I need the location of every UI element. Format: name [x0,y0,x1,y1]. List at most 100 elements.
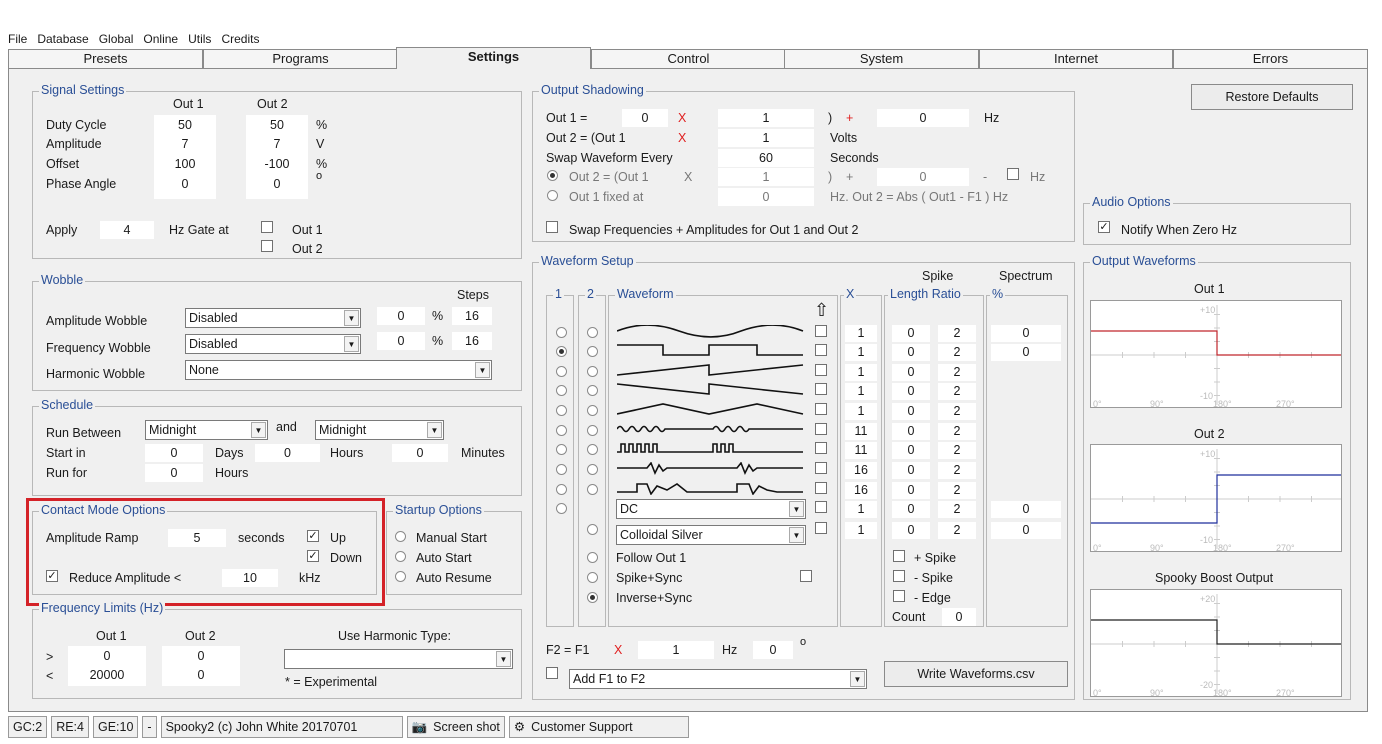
amplitude-out1[interactable]: 7 [154,135,216,153]
chevron-down-icon[interactable]: ▼ [475,362,490,378]
menu-item[interactable]: Utils [188,32,211,47]
waveform-out2-radio[interactable] [587,346,598,357]
spike-sync-checkbox[interactable] [800,570,812,582]
waveform-out1-radio[interactable] [556,405,567,416]
spectrum-input[interactable]: 0 [991,325,1061,342]
screenshot-button[interactable]: 📷 Screen shot [406,716,505,738]
amplitude-wobble-steps[interactable]: 16 [452,307,492,325]
f2-phase-input[interactable]: 0 [753,641,793,659]
waveform-out2-radio[interactable] [587,484,598,495]
frequency-wobble-value[interactable]: 0 [377,332,425,350]
up-arrow-icon[interactable]: ⇧ [814,300,829,321]
waveform-x-input[interactable]: 1 [845,501,877,518]
out2b-checkbox[interactable] [1007,168,1019,180]
spike-length-input[interactable]: 0 [892,482,930,499]
edge-checkbox[interactable] [893,590,905,602]
waveform-x-input[interactable]: 16 [845,482,877,499]
spike-length-input[interactable]: 0 [892,383,930,400]
out1-max-input[interactable]: 20000 [68,666,146,684]
follow-out1-radio[interactable] [587,552,598,563]
chevron-down-icon[interactable]: ▼ [789,501,804,517]
start-hours-input[interactable]: 0 [255,444,320,462]
shadow-out2-multiplier[interactable]: 1 [718,129,814,147]
spike-ratio-input[interactable]: 2 [938,403,976,420]
spectrum-input[interactable]: 0 [991,344,1061,361]
frequency-wobble-select[interactable]: Disabled ▼ [185,334,361,354]
harmonic-wobble-select[interactable]: None ▼ [185,360,492,380]
chevron-down-icon[interactable]: ▼ [427,422,442,438]
phase-angle-out1[interactable]: 0 [154,175,216,193]
waveform-preset-select[interactable]: Colloidal Silver ▼ [616,525,806,545]
waveform-out2-radio[interactable] [587,366,598,377]
customer-support-button[interactable]: ⚙ Customer Support [508,716,689,738]
tab-programs[interactable]: Programs [203,49,398,69]
waveform-x-input[interactable]: 11 [845,423,877,440]
out2-formula-radio[interactable] [547,170,558,181]
spike-length-input[interactable]: 0 [892,462,930,479]
waveform-out2-radio[interactable] [587,464,598,475]
menu-item[interactable]: File [8,32,27,47]
run-from-select[interactable]: Midnight ▼ [145,420,268,440]
gate-out2-checkbox[interactable] [261,240,273,252]
spike-ratio-input[interactable]: 2 [938,383,976,400]
out1-fixed-input[interactable]: 0 [718,188,814,206]
waveform-out1-radio[interactable] [556,425,567,436]
waveform-out2-radio[interactable] [587,405,598,416]
gate-out1-checkbox[interactable] [261,221,273,233]
waveform-x-input[interactable]: 1 [845,325,877,342]
minus-spike-checkbox[interactable] [893,570,905,582]
tab-errors[interactable]: Errors [1173,49,1368,69]
menu-item[interactable]: Database [37,32,88,47]
spike-ratio-input[interactable]: 2 [938,501,976,518]
menu-item[interactable]: Global [99,32,134,47]
duty-cycle-out2[interactable]: 50 [246,116,308,134]
menu-item[interactable]: Online [143,32,178,47]
waveform-enable-checkbox[interactable] [815,364,827,376]
spike-ratio-input[interactable]: 2 [938,325,976,342]
waveform-out2-radio[interactable] [587,444,598,455]
duty-cycle-out1[interactable]: 50 [154,116,216,134]
tab-control[interactable]: Control [591,49,786,69]
spike-length-input[interactable]: 0 [892,344,930,361]
auto-start-radio[interactable] [395,551,406,562]
waveform-out2-radio[interactable] [587,327,598,338]
auto-resume-radio[interactable] [395,571,406,582]
waveform-out1-radio[interactable] [556,385,567,396]
spike-ratio-input[interactable]: 2 [938,462,976,479]
waveform-out1-radio[interactable] [556,444,567,455]
tab-presets[interactable]: Presets [8,49,203,69]
waveform-x-input[interactable]: 16 [845,462,877,479]
waveform-x-input[interactable]: 1 [845,364,877,381]
add-f1-select[interactable]: Add F1 to F2 ▼ [569,669,867,689]
waveform-enable-checkbox[interactable] [815,442,827,454]
waveform-out1-radio[interactable] [556,346,567,357]
shadow-out1-add[interactable]: 0 [877,109,969,127]
spike-ratio-input[interactable]: 2 [938,522,976,539]
waveform-enable-checkbox[interactable] [815,383,827,395]
chevron-down-icon[interactable]: ▼ [344,336,359,352]
waveform-enable-checkbox[interactable] [815,522,827,534]
menu-item[interactable]: Credits [221,32,259,47]
out2-max-input[interactable]: 0 [162,666,240,684]
spike-sync-radio[interactable] [587,572,598,583]
restore-defaults-button[interactable]: Restore Defaults [1191,84,1353,110]
spike-length-input[interactable]: 0 [892,325,930,342]
waveform-enable-checkbox[interactable] [815,325,827,337]
shadow-out2b-add[interactable]: 0 [877,168,969,186]
out2-min-input[interactable]: 0 [162,647,240,665]
add-f1-checkbox[interactable] [546,667,558,679]
amplitude-wobble-select[interactable]: Disabled ▼ [185,308,361,328]
run-for-hours-input[interactable]: 0 [145,464,203,482]
spike-length-input[interactable]: 0 [892,442,930,459]
tab-internet[interactable]: Internet [979,49,1173,69]
harmonic-type-select[interactable]: ▼ [284,649,513,669]
shadow-out2b-multiplier[interactable]: 1 [718,168,814,186]
inverse-sync-radio[interactable] [587,592,598,603]
amplitude-wobble-value[interactable]: 0 [377,307,425,325]
tab-settings[interactable]: Settings [396,47,591,69]
waveform-out2-radio[interactable] [587,385,598,396]
count-input[interactable]: 0 [942,608,976,626]
waveform-enable-checkbox[interactable] [815,403,827,415]
waveform-enable-checkbox[interactable] [815,482,827,494]
f2-multiplier-input[interactable]: 1 [638,641,714,659]
